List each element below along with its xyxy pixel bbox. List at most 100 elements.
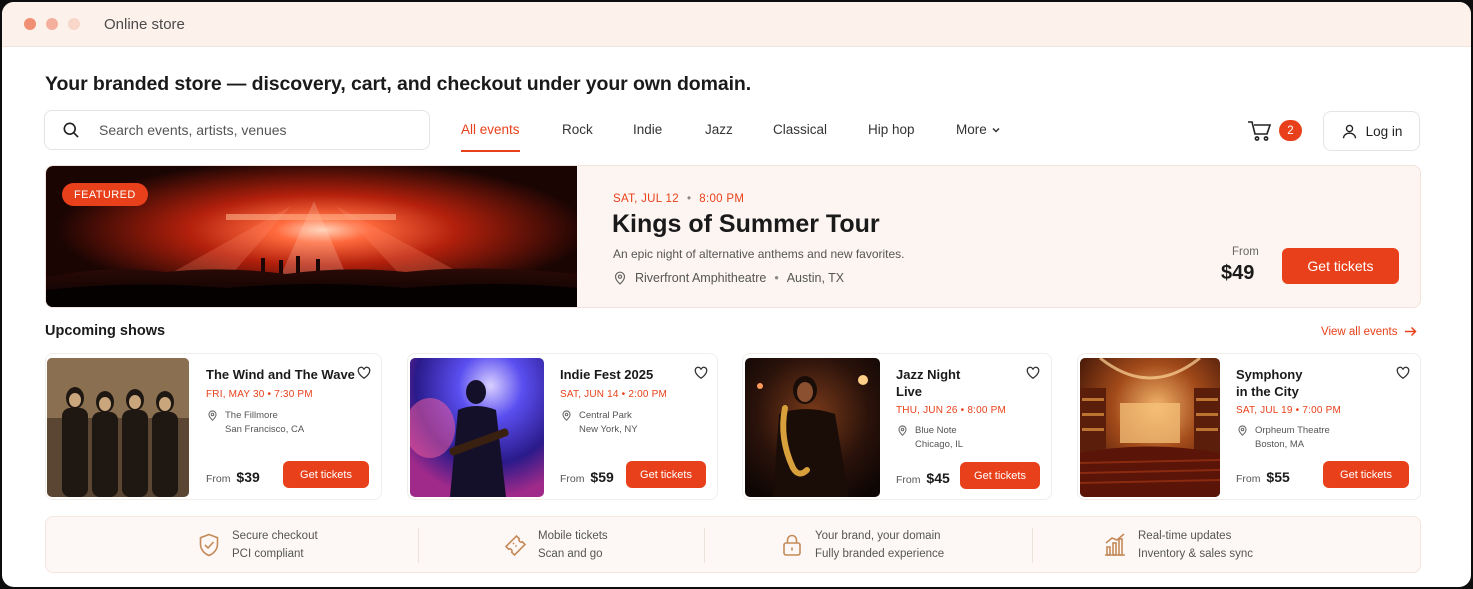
show-title-line1: Jazz Night — [896, 367, 961, 382]
show-price: From $55 — [1236, 469, 1290, 485]
show-card[interactable]: Indie Fest 2025 SAT, JUN 14 • 2:00 PM Ce… — [407, 353, 718, 500]
tab-more[interactable]: More — [956, 122, 1001, 137]
feature-subtitle: Inventory & sales sync — [1138, 548, 1254, 560]
show-image — [745, 358, 880, 497]
show-datetime: SAT, JUL 19 • 7:00 PM — [1236, 405, 1341, 416]
tab-all-events[interactable]: All events — [461, 122, 520, 152]
minimize-window-button[interactable] — [46, 18, 58, 30]
show-from-label: From — [206, 473, 231, 485]
show-date: SAT, JUL 19 — [1236, 405, 1293, 416]
show-image — [47, 358, 189, 497]
lock-icon — [783, 534, 801, 556]
show-time: 7:00 PM — [1302, 405, 1341, 416]
ticket-icon — [504, 534, 527, 557]
get-tickets-button[interactable]: Get tickets — [960, 462, 1040, 489]
tab-rock[interactable]: Rock — [562, 122, 593, 137]
cart-count-badge: 2 — [1279, 120, 1302, 141]
feature-title: Your brand, your domain — [815, 530, 941, 542]
show-price: From $59 — [560, 469, 614, 485]
show-price-value: $45 — [926, 470, 950, 486]
heart-icon[interactable] — [694, 366, 708, 380]
login-label: Log in — [1365, 123, 1403, 139]
app-window: Online store Your branded store — discov… — [2, 2, 1471, 587]
show-from-label: From — [560, 473, 585, 485]
show-card[interactable]: The Wind and The Wave FRI, MAY 30 • 7:30… — [45, 353, 382, 500]
show-title-line1: Indie Fest 2025 — [560, 367, 654, 382]
heart-icon[interactable] — [357, 366, 371, 380]
divider — [704, 528, 705, 563]
featured-badge: FEATURED — [62, 183, 148, 206]
divider — [418, 528, 419, 563]
search-input[interactable] — [99, 122, 379, 138]
shield-check-icon — [199, 533, 219, 557]
tab-hip-hop[interactable]: Hip hop — [868, 122, 915, 137]
feature-title: Mobile tickets — [538, 530, 608, 542]
heart-icon[interactable] — [1396, 366, 1410, 380]
title-bar: Online store — [2, 2, 1471, 47]
show-datetime: FRI, MAY 30 • 7:30 PM — [206, 389, 313, 400]
featured-get-tickets-button[interactable]: Get tickets — [1282, 248, 1399, 284]
show-title-line1: Symphony — [1236, 367, 1303, 382]
feature-branding: Your brand, your domain Fully branded exp… — [779, 527, 944, 563]
feature-title: Secure checkout — [232, 530, 318, 542]
show-city: New York, NY — [579, 424, 638, 435]
view-all-events-link[interactable]: View all events — [1321, 325, 1417, 338]
location-pin-icon — [898, 425, 907, 436]
show-date: THU, JUN 26 — [896, 405, 958, 416]
show-datetime: THU, JUN 26 • 8:00 PM — [896, 405, 1006, 416]
view-all-label: View all events — [1321, 325, 1398, 338]
close-window-button[interactable] — [24, 18, 36, 30]
cart-icon[interactable] — [1247, 120, 1273, 142]
get-tickets-button[interactable]: Get tickets — [1323, 461, 1409, 488]
featured-city: Austin, TX — [786, 271, 845, 285]
features-strip: Secure checkout PCI compliant Mobile tick… — [45, 516, 1421, 573]
show-image — [410, 358, 544, 497]
show-card[interactable]: Jazz Night Live THU, JUN 26 • 8:00 PM Blu… — [742, 353, 1052, 500]
feature-realtime: Real-time updates Inventory & sales sync — [1102, 527, 1253, 563]
show-time: 7:30 PM — [274, 389, 313, 400]
show-title: Indie Fest 2025 — [560, 367, 653, 384]
tab-classical[interactable]: Classical — [773, 122, 827, 137]
feature-title: Real-time updates — [1138, 530, 1232, 542]
featured-title[interactable]: Kings of Summer Tour — [612, 210, 880, 239]
show-venue: Central Park New York, NY — [562, 409, 638, 437]
featured-price: $49 — [1221, 262, 1255, 284]
tab-indie[interactable]: Indie — [633, 122, 662, 137]
get-tickets-button[interactable]: Get tickets — [626, 461, 706, 488]
show-city: Chicago, IL — [915, 439, 964, 450]
show-venue-name: Orpheum Theatre — [1255, 425, 1330, 436]
get-tickets-button[interactable]: Get tickets — [283, 461, 369, 488]
login-button[interactable]: Log in — [1323, 111, 1420, 151]
featured-time: 8:00 PM — [699, 193, 745, 205]
show-date: SAT, JUN 14 — [560, 389, 619, 400]
upcoming-shows-heading: Upcoming shows — [45, 323, 166, 339]
show-image — [1080, 358, 1220, 497]
bar-chart-icon — [1105, 533, 1125, 556]
show-card[interactable]: Symphony in the City SAT, JUL 19 • 7:00 P… — [1077, 353, 1421, 500]
location-pin-icon — [562, 410, 571, 421]
tab-jazz[interactable]: Jazz — [705, 122, 733, 137]
show-from-label: From — [896, 474, 921, 486]
location-pin-icon — [208, 410, 217, 421]
feature-mobile-tickets: Mobile tickets Scan and go — [502, 527, 608, 563]
featured-description: An epic night of alternative anthems and… — [613, 247, 905, 261]
show-venue-name: Blue Note — [915, 425, 957, 436]
featured-venue: Riverfront Amphitheatre — [635, 271, 767, 285]
show-city: Boston, MA — [1255, 439, 1305, 450]
search-bar[interactable] — [44, 110, 430, 150]
show-city: San Francisco, CA — [225, 424, 305, 435]
user-icon — [1342, 124, 1356, 138]
show-date: FRI, MAY 30 — [206, 389, 265, 400]
page-headline: Your branded store — discovery, cart, an… — [45, 73, 752, 95]
divider — [1032, 528, 1033, 563]
feature-secure-checkout: Secure checkout PCI compliant — [196, 527, 318, 563]
show-price: From $39 — [206, 469, 260, 485]
show-price-value: $39 — [236, 469, 260, 485]
show-title-line1: The Wind and The Wave — [206, 367, 355, 382]
feature-subtitle: PCI compliant — [232, 548, 304, 560]
featured-location: Riverfront Amphitheatre • Austin, TX — [613, 271, 844, 285]
show-time: 2:00 PM — [628, 389, 668, 400]
maximize-window-button[interactable] — [68, 18, 80, 30]
show-price: From $45 — [896, 470, 950, 486]
heart-icon[interactable] — [1026, 366, 1040, 380]
